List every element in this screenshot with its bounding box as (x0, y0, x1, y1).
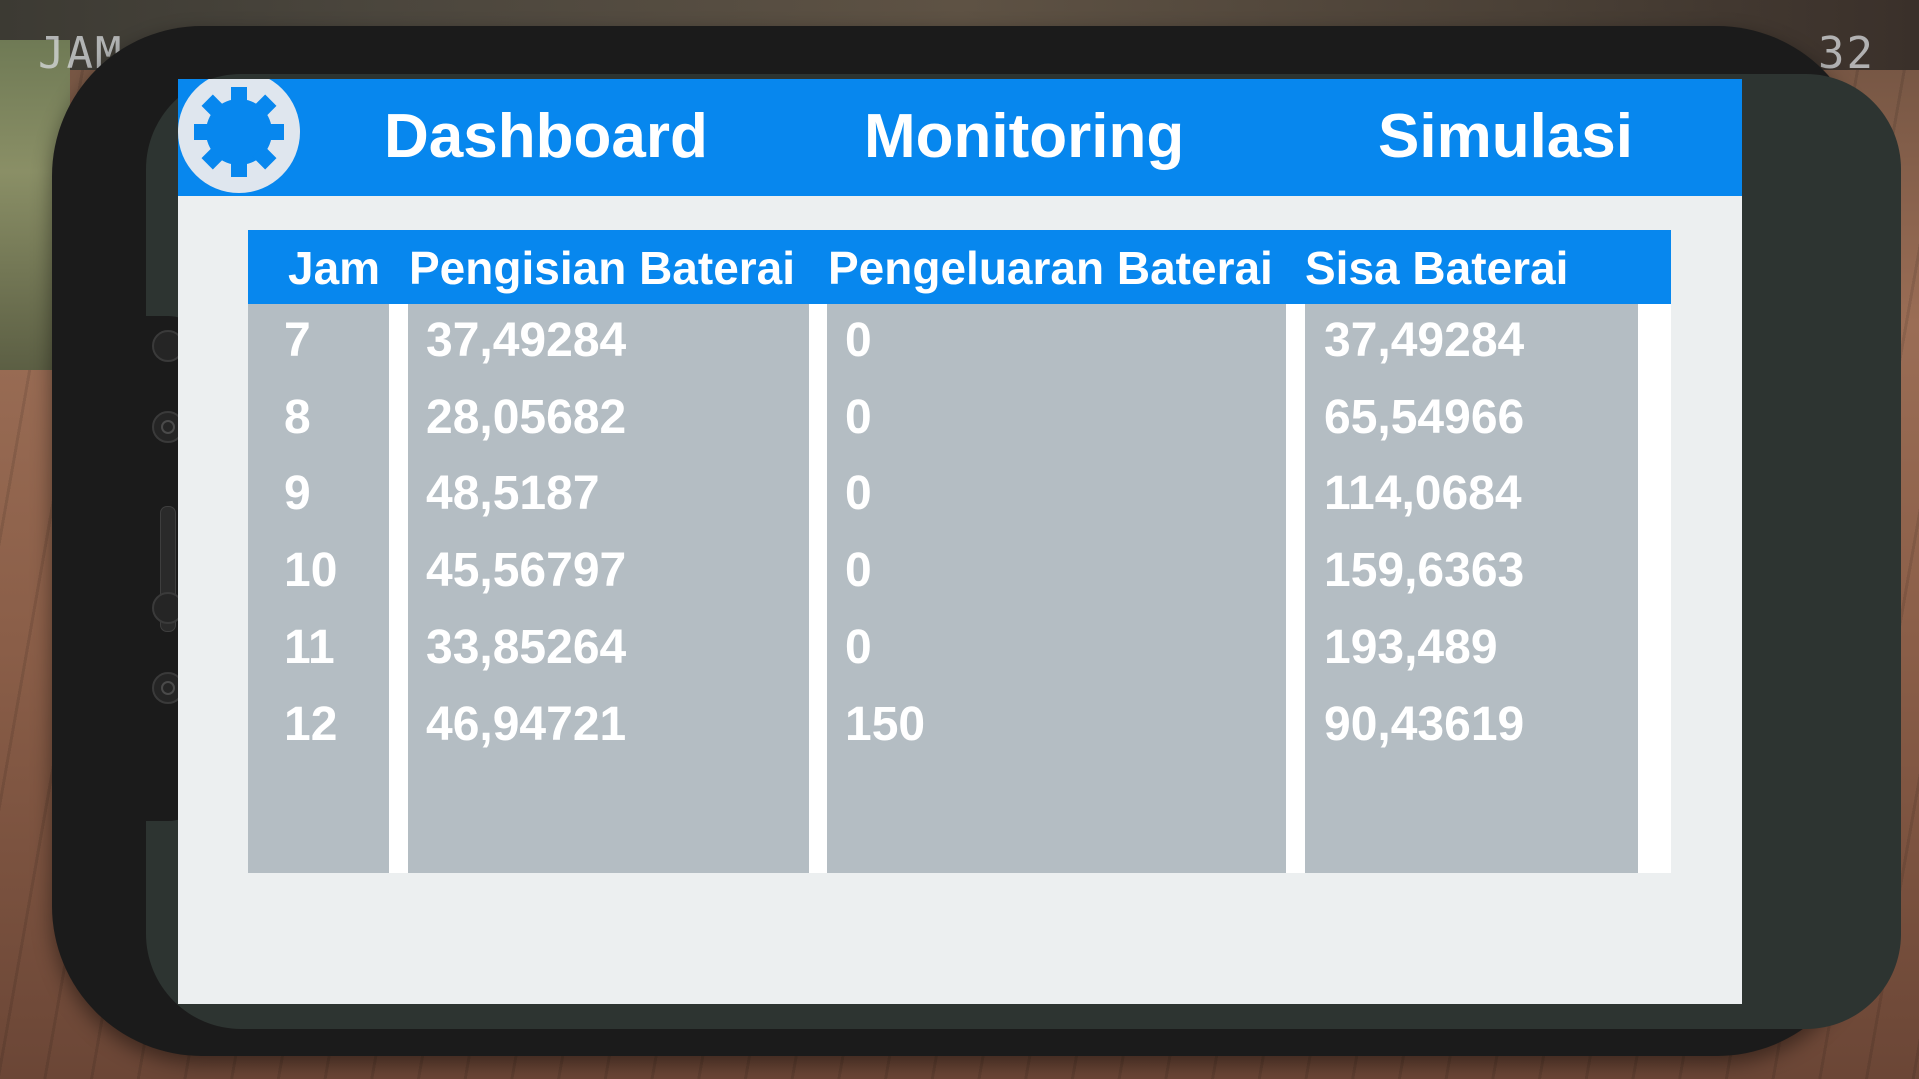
top-navbar: Dashboard Monitoring Simulasi (178, 71, 1742, 197)
table-header: Jam Pengisian Baterai Pengeluaran Batera… (248, 230, 1671, 304)
cell-sisa: 65,54966 (1324, 391, 1525, 444)
nav-dashboard[interactable]: Dashboard (384, 101, 708, 173)
cell-pengeluaran: 0 (845, 391, 872, 444)
cell-jam: 7 (284, 314, 311, 367)
cell-pengisian: 46,94721 (426, 698, 627, 751)
header-jam: Jam (288, 242, 381, 294)
cell-pengeluaran: 150 (845, 698, 926, 751)
cell-pengeluaran: 0 (845, 544, 872, 597)
cell-jam: 12 (284, 698, 338, 751)
cell-pengisian: 45,56797 (426, 544, 627, 597)
header-pengeluaran-baterai: Pengeluaran Baterai (828, 242, 1273, 294)
header-sisa-baterai: Sisa Baterai (1305, 242, 1569, 294)
cell-sisa: 37,49284 (1324, 314, 1525, 367)
cell-pengeluaran: 0 (845, 314, 872, 367)
cell-sisa: 193,489 (1324, 621, 1498, 674)
nav-monitoring[interactable]: Monitoring (864, 101, 1184, 173)
battery-table: Jam Pengisian Baterai Pengeluaran Batera… (248, 230, 1671, 873)
cell-pengisian: 28,05682 (426, 391, 627, 444)
cell-jam: 9 (284, 467, 311, 520)
gear-icon[interactable] (178, 71, 302, 197)
cell-jam: 10 (284, 544, 338, 597)
cell-jam: 8 (284, 391, 311, 444)
app-screen: Dashboard Monitoring Simulasi Jam Pengis… (178, 71, 1742, 1004)
header-pengisian-baterai: Pengisian Baterai (409, 242, 796, 294)
cell-sisa: 90,43619 (1324, 698, 1525, 751)
hud-right-text: 32 (1818, 28, 1875, 79)
cell-sisa: 159,6363 (1324, 544, 1525, 597)
cell-pengeluaran: 0 (845, 467, 872, 520)
cell-jam: 11 (284, 621, 335, 674)
column-pengeluaran (827, 304, 1286, 873)
cell-sisa: 114,0684 (1324, 467, 1522, 520)
nav-simulasi[interactable]: Simulasi (1378, 101, 1633, 173)
cell-pengisian: 33,85264 (426, 621, 627, 674)
cell-pengeluaran: 0 (845, 621, 872, 674)
cell-pengisian: 48,5187 (426, 467, 600, 520)
cell-pengisian: 37,49284 (426, 314, 627, 367)
